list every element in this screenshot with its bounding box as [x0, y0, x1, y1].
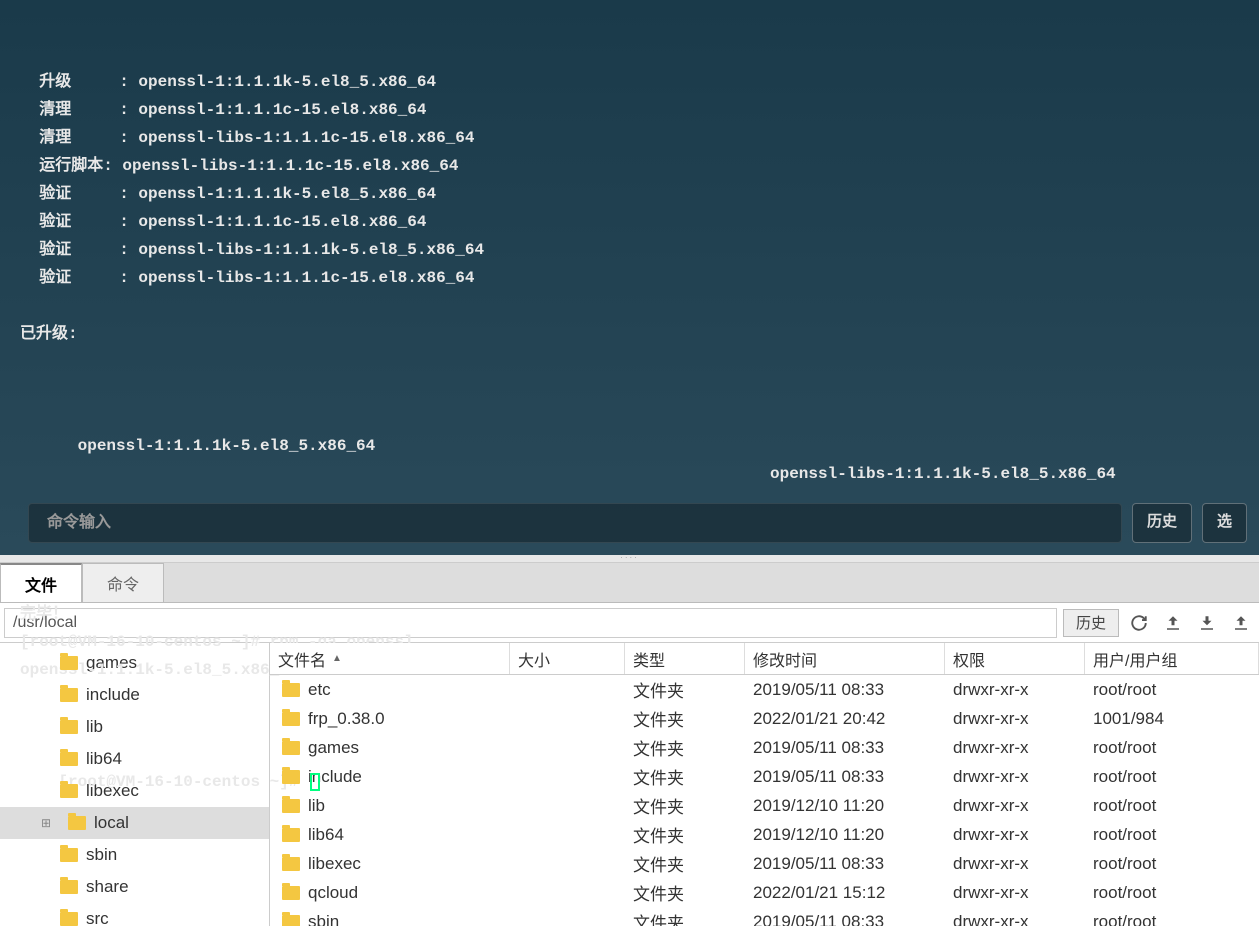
terminal-line: 清理 : openssl-libs-1:1.1.1c-15.el8.x86_64 [20, 124, 1239, 152]
history-button[interactable]: 历史 [1132, 503, 1192, 543]
col-header-user[interactable]: 用户/用户组 [1085, 643, 1259, 674]
terminal-line: 完毕！ [20, 600, 1239, 628]
folder-icon [282, 712, 300, 726]
col-header-name[interactable]: 文件名 ▲ [270, 643, 510, 674]
select-button[interactable]: 选 [1202, 503, 1247, 543]
shell-prompt: [root@VM-16-10-centos ~]# [58, 773, 308, 791]
terminal-prompt-line: [root@VM-16-10-centos ~]# [20, 740, 1239, 824]
folder-icon [282, 770, 300, 784]
folder-icon [60, 656, 78, 670]
folder-icon [60, 720, 78, 734]
file-list-header: 文件名 ▲ 大小 类型 修改时间 权限 用户/用户组 [270, 643, 1259, 675]
folder-icon [282, 799, 300, 813]
file-mtime: 2019/05/11 08:33 [745, 907, 945, 926]
terminal-line: 运行脚本: openssl-libs-1:1.1.1c-15.el8.x86_6… [20, 152, 1239, 180]
terminal-line [20, 292, 1239, 320]
terminal-line: 验证 : openssl-1:1.1.1c-15.el8.x86_64 [20, 208, 1239, 236]
file-name: sbin [308, 912, 339, 926]
command-input[interactable]: 命令输入 [28, 503, 1122, 543]
terminal-output[interactable]: 升级 : openssl-1:1.1.1k-5.el8_5.x86_64 清理 … [0, 0, 1259, 555]
file-type: 文件夹 [625, 907, 745, 926]
col-header-mtime[interactable]: 修改时间 [745, 643, 945, 674]
folder-icon [60, 848, 78, 862]
file-user: root/root [1085, 907, 1259, 926]
cursor-icon [310, 773, 320, 791]
file-perm: drwxr-xr-x [945, 907, 1085, 926]
file-size [510, 907, 625, 926]
col-header-type[interactable]: 类型 [625, 643, 745, 674]
upgraded-packages-row: openssl-1:1.1.1k-5.el8_5.x86_64 openssl-… [20, 404, 1239, 516]
terminal-line: 验证 : openssl-libs-1:1.1.1c-15.el8.x86_64 [20, 264, 1239, 292]
file-row[interactable]: sbin 文件夹2019/05/11 08:33drwxr-xr-xroot/ro… [270, 907, 1259, 926]
folder-icon [282, 886, 300, 900]
col-header-perm[interactable]: 权限 [945, 643, 1085, 674]
folder-icon [60, 752, 78, 766]
terminal-line: 验证 : openssl-1:1.1.1k-5.el8_5.x86_64 [20, 180, 1239, 208]
folder-icon [282, 915, 300, 926]
folder-icon [60, 912, 78, 926]
command-bar: 命令输入 历史 选 [28, 503, 1247, 543]
tree-item-label: src [86, 909, 109, 926]
folder-icon [68, 816, 86, 830]
terminal-line: 升级 : openssl-1:1.1.1k-5.el8_5.x86_64 [20, 68, 1239, 96]
upgraded-pkg-1: openssl-1:1.1.1k-5.el8_5.x86_64 [58, 432, 375, 460]
terminal-line: 已升级: [20, 320, 1239, 348]
terminal-line: 清理 : openssl-1:1.1.1c-15.el8.x86_64 [20, 96, 1239, 124]
sort-asc-icon: ▲ [332, 653, 342, 664]
folder-icon [282, 741, 300, 755]
folder-icon [282, 828, 300, 842]
col-header-size[interactable]: 大小 [510, 643, 625, 674]
folder-icon [60, 880, 78, 894]
terminal-line: 验证 : openssl-libs-1:1.1.1k-5.el8_5.x86_6… [20, 236, 1239, 264]
folder-icon [60, 784, 78, 798]
folder-icon [60, 688, 78, 702]
folder-icon [282, 683, 300, 697]
command-placeholder: 命令输入 [47, 509, 111, 537]
terminal-line [20, 572, 1239, 600]
upgraded-pkg-2: openssl-libs-1:1.1.1k-5.el8_5.x86_64 [770, 460, 1116, 488]
terminal-lines: 升级 : openssl-1:1.1.1k-5.el8_5.x86_64 清理 … [20, 68, 1239, 348]
folder-icon [282, 857, 300, 871]
